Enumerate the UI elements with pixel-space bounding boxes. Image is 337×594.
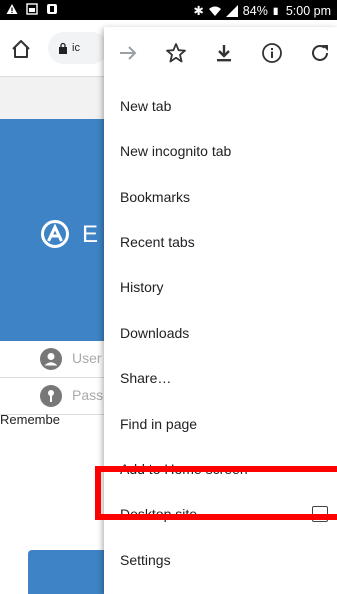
key-icon (40, 385, 62, 407)
home-icon[interactable] (4, 32, 38, 66)
user-icon (40, 348, 62, 370)
highlight-annotation (95, 466, 337, 520)
battery-percent: 84% (242, 3, 268, 18)
lock-icon (59, 42, 67, 54)
menu-item-history[interactable]: History (120, 279, 164, 295)
battery-icon (273, 7, 278, 15)
menu-item-new-tab[interactable]: New tab (120, 98, 171, 114)
menu-item-share[interactable]: Share… (120, 370, 171, 386)
menu-icon-row (104, 27, 337, 79)
menu-item-find-in-page[interactable]: Find in page (120, 416, 197, 432)
hero-title: E (82, 221, 99, 248)
forward-icon[interactable] (116, 41, 140, 65)
address-bar[interactable]: ic (48, 32, 108, 64)
password-placeholder: Pass (72, 387, 104, 403)
bluetooth-icon: ✱ (193, 4, 204, 18)
menu-item-downloads[interactable]: Downloads (120, 325, 189, 341)
info-icon[interactable] (260, 41, 284, 65)
username-placeholder: User (72, 350, 102, 366)
menu-item-bookmarks[interactable]: Bookmarks (120, 189, 190, 205)
bookmark-star-icon[interactable] (164, 41, 188, 65)
status-bar: ✱ 84% 5:00 pm (0, 0, 337, 20)
image-icon (26, 3, 38, 15)
wifi-icon (208, 6, 221, 16)
clock: 5:00 pm (285, 3, 331, 18)
signal-icon (225, 4, 238, 17)
address-text: ic (72, 42, 80, 54)
reload-icon[interactable] (308, 41, 332, 65)
warning-icon (6, 4, 18, 14)
menu-item-settings[interactable]: Settings (120, 552, 171, 568)
remember-me-label: Remembe (0, 412, 60, 427)
app-logo-icon (41, 220, 69, 248)
menu-item-new-incognito-tab[interactable]: New incognito tab (120, 143, 231, 159)
download-icon[interactable] (212, 41, 236, 65)
app-notification-icon (47, 4, 57, 14)
menu-item-recent-tabs[interactable]: Recent tabs (120, 234, 195, 250)
